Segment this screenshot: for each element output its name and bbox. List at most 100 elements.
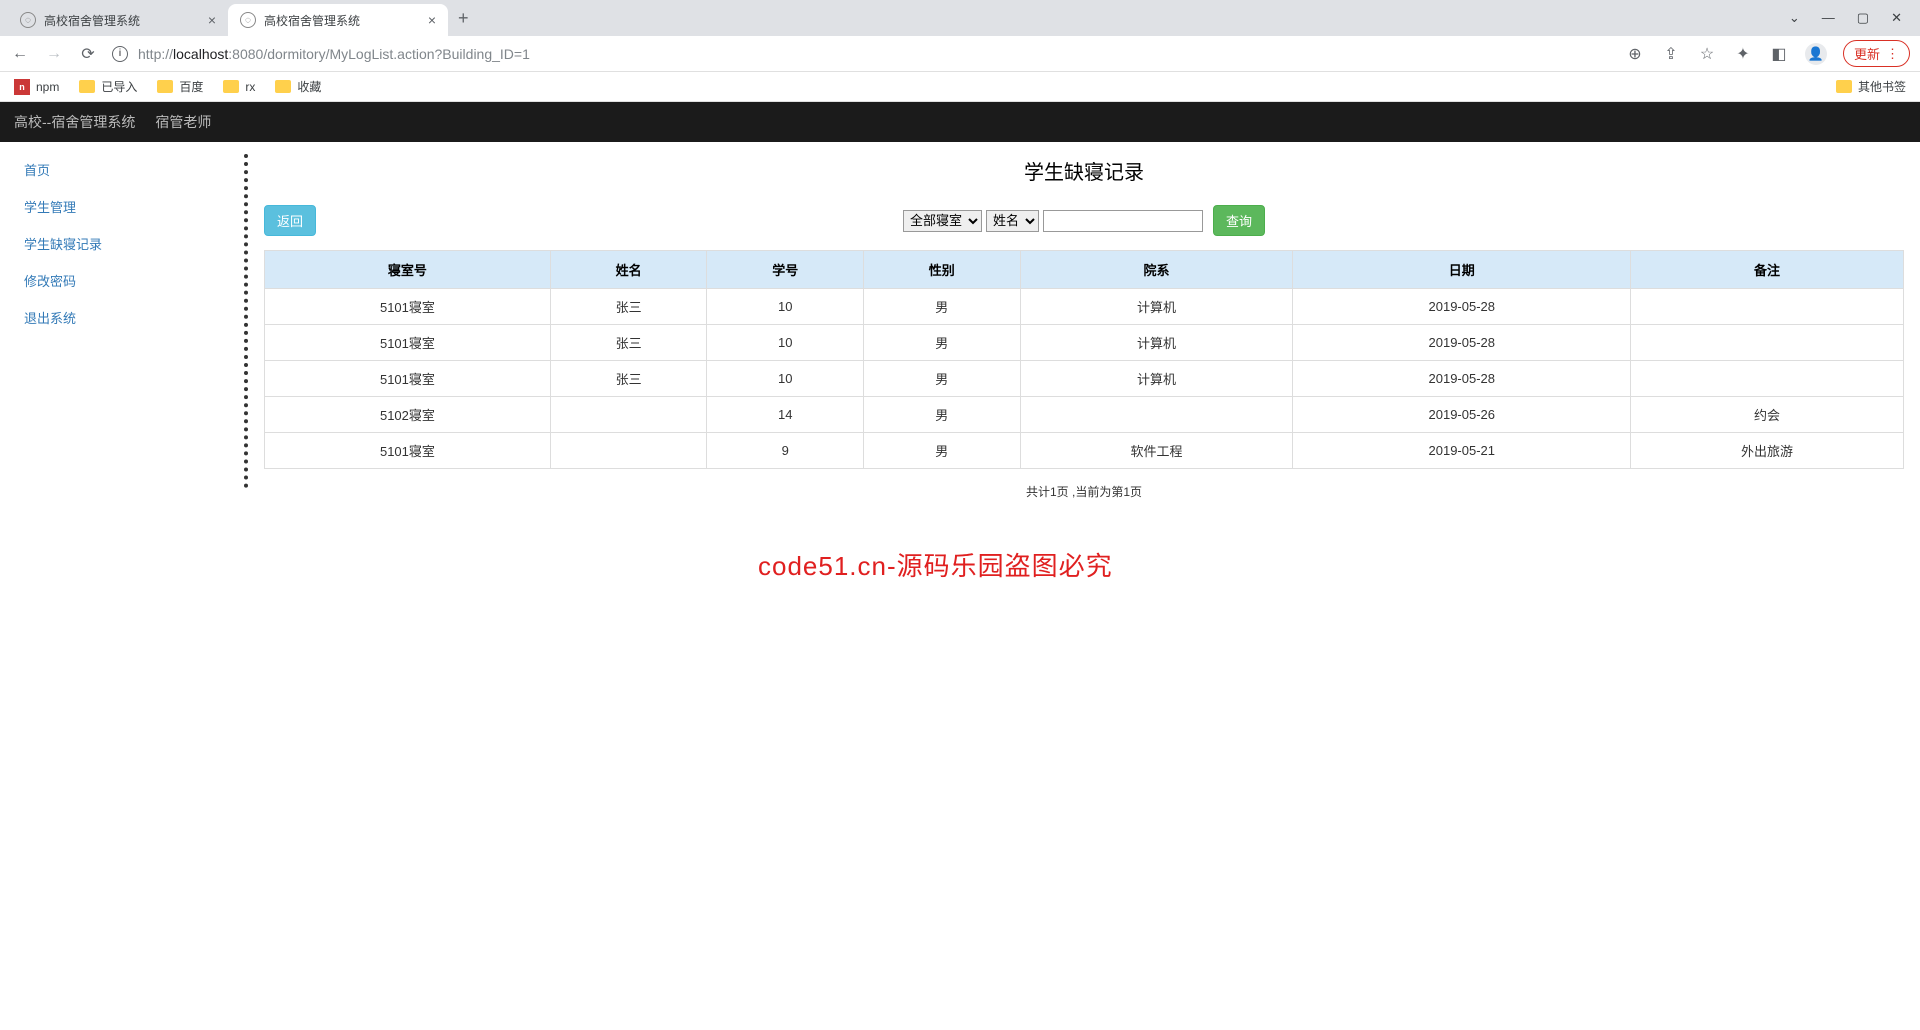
minimize-icon[interactable]: — [1822,10,1835,26]
sidebar-item-change-pwd[interactable]: 修改密码 [24,271,244,290]
cell-name [550,397,707,433]
share-icon[interactable]: ⇪ [1661,44,1681,64]
cell-remark: 外出旅游 [1631,433,1904,469]
kebab-icon: ⋮ [1886,46,1899,62]
sidebar-item-logout[interactable]: 退出系统 [24,308,244,327]
pager: 共计1页 ,当前为第1页 [264,483,1904,500]
cell-date: 2019-05-28 [1293,361,1631,397]
table-row: 5101寝室张三10男计算机2019-05-28 [265,289,1904,325]
cell-sid: 10 [707,361,864,397]
folder-icon [1836,80,1852,93]
search-button[interactable]: 查询 [1213,205,1265,236]
forward-icon[interactable]: → [44,45,64,63]
cell-gender: 男 [864,289,1021,325]
field-select[interactable]: 姓名 [986,210,1039,232]
dorm-select[interactable]: 全部寝室 [903,210,982,232]
globe-icon: ◌ [240,12,256,28]
th-dept: 院系 [1020,251,1293,289]
sidebar-item-home[interactable]: 首页 [24,160,244,179]
cell-dorm: 5101寝室 [265,433,551,469]
browser-chrome: ◌ 高校宿舍管理系统 × ◌ 高校宿舍管理系统 × + ⌄ — ▢ ✕ ← → … [0,0,1920,102]
cell-name: 张三 [550,289,707,325]
sidebar-item-absence-log[interactable]: 学生缺寝记录 [24,234,244,253]
cell-dept: 软件工程 [1020,433,1293,469]
back-button[interactable]: 返回 [264,205,316,236]
bookmark-fav[interactable]: 收藏 [275,78,321,95]
table-row: 5102寝室14男2019-05-26约会 [265,397,1904,433]
th-date: 日期 [1293,251,1631,289]
cell-dorm: 5101寝室 [265,325,551,361]
cell-sid: 14 [707,397,864,433]
cell-remark: 约会 [1631,397,1904,433]
role-label[interactable]: 宿管老师 [155,112,211,132]
cell-sid: 9 [707,433,864,469]
cell-name: 张三 [550,361,707,397]
sidebar-item-student-manage[interactable]: 学生管理 [24,197,244,216]
cell-gender: 男 [864,433,1021,469]
url-bar[interactable]: i http://localhost:8080/dormitory/MyLogL… [112,40,1611,68]
cell-date: 2019-05-28 [1293,325,1631,361]
cell-remark [1631,325,1904,361]
bookmark-baidu[interactable]: 百度 [157,78,203,95]
cell-dept [1020,397,1293,433]
info-icon[interactable]: i [112,46,128,62]
nav-right: ⊕ ⇪ ☆ ✦ ◧ 👤 更新⋮ [1625,40,1910,67]
folder-icon [157,80,173,93]
profile-icon[interactable]: 👤 [1805,43,1827,65]
maximize-icon[interactable]: ▢ [1857,10,1869,26]
cell-date: 2019-05-26 [1293,397,1631,433]
folder-icon [79,80,95,93]
close-icon[interactable]: × [208,12,216,28]
bookmark-bar: nnpm 已导入 百度 rx 收藏 其他书签 [0,72,1920,102]
cell-date: 2019-05-28 [1293,289,1631,325]
tab-bar: ◌ 高校宿舍管理系统 × ◌ 高校宿舍管理系统 × + ⌄ — ▢ ✕ [0,0,1920,36]
cell-dorm: 5102寝室 [265,397,551,433]
browser-tab-0[interactable]: ◌ 高校宿舍管理系统 × [8,4,228,36]
nav-bar: ← → ⟳ i http://localhost:8080/dormitory/… [0,36,1920,72]
star-icon[interactable]: ☆ [1697,44,1717,64]
cell-dept: 计算机 [1020,361,1293,397]
extensions-icon[interactable]: ✦ [1733,44,1753,64]
npm-icon: n [14,79,30,95]
th-name: 姓名 [550,251,707,289]
cell-sid: 10 [707,289,864,325]
close-icon[interactable]: × [428,12,436,28]
table-row: 5101寝室张三10男计算机2019-05-28 [265,361,1904,397]
bookmark-imported[interactable]: 已导入 [79,78,137,95]
table-row: 5101寝室 9男软件工程2019-05-21外出旅游 [265,433,1904,469]
cell-date: 2019-05-21 [1293,433,1631,469]
cell-name: 张三 [550,325,707,361]
folder-icon [223,80,239,93]
reload-icon[interactable]: ⟳ [78,44,98,64]
back-icon[interactable]: ← [10,45,30,63]
globe-icon: ◌ [20,12,36,28]
bookmark-rx[interactable]: rx [223,80,255,94]
th-gender: 性别 [864,251,1021,289]
brand-label[interactable]: 高校--宿舍管理系统 [14,112,135,132]
page-title: 学生缺寝记录 [264,156,1904,185]
cell-gender: 男 [864,325,1021,361]
main-content: 学生缺寝记录 返回 全部寝室 姓名 查询 寝室号 姓名 学号 性别 院系 日期 … [248,142,1920,500]
browser-tab-1[interactable]: ◌ 高校宿舍管理系统 × [228,4,448,36]
sidebar: 首页 学生管理 学生缺寝记录 修改密码 退出系统 [0,142,244,500]
watermark-text: code51.cn-源码乐园盗图必究 [758,546,1113,583]
search-input[interactable] [1043,210,1203,232]
folder-icon [275,80,291,93]
app-topbar: 高校--宿舍管理系统 宿管老师 [0,102,1920,142]
chevron-down-icon[interactable]: ⌄ [1789,10,1800,26]
new-tab-button[interactable]: + [448,8,479,29]
cell-dorm: 5101寝室 [265,361,551,397]
zoom-icon[interactable]: ⊕ [1625,44,1645,64]
th-remark: 备注 [1631,251,1904,289]
sidepanel-icon[interactable]: ◧ [1769,44,1789,64]
bookmark-other[interactable]: 其他书签 [1836,78,1906,95]
bookmark-npm[interactable]: nnpm [14,79,59,95]
cell-remark [1631,361,1904,397]
cell-remark [1631,289,1904,325]
cell-dept: 计算机 [1020,289,1293,325]
window-controls: ⌄ — ▢ ✕ [1789,10,1920,26]
table-row: 5101寝室张三10男计算机2019-05-28 [265,325,1904,361]
update-button[interactable]: 更新⋮ [1843,40,1910,67]
close-window-icon[interactable]: ✕ [1891,10,1902,26]
table-header-row: 寝室号 姓名 学号 性别 院系 日期 备注 [265,251,1904,289]
